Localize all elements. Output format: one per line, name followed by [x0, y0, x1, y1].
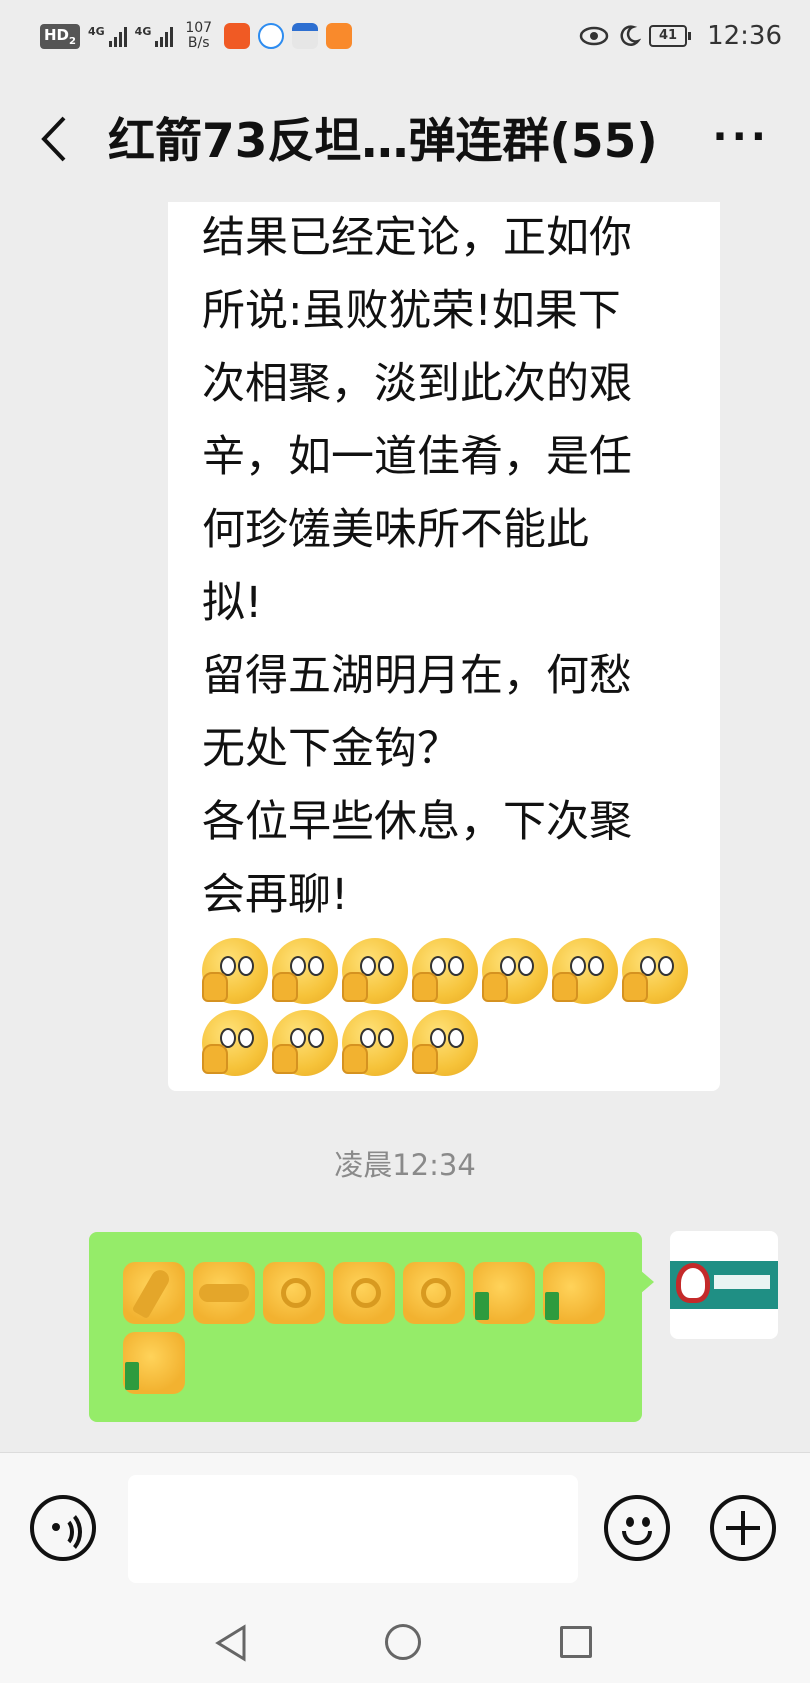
signal-icon-1: 4G — [88, 25, 127, 47]
avatar[interactable] — [670, 1231, 778, 1339]
thumbs-up-emoji — [123, 1332, 185, 1394]
cover-face-smile-emoji — [272, 1010, 338, 1076]
thumbs-up-emoji — [543, 1262, 605, 1324]
hd-icon: HD2 — [40, 23, 80, 49]
input-bar — [0, 1452, 810, 1605]
cover-face-smile-emoji — [342, 1010, 408, 1076]
cover-face-smile-emoji — [202, 1010, 268, 1076]
cover-face-smile-emoji — [412, 938, 478, 1004]
circle-home-icon[interactable] — [385, 1624, 421, 1660]
eye-icon — [579, 26, 609, 46]
chevron-left-icon[interactable] — [36, 114, 72, 164]
incoming-message-bubble[interactable]: 结果已经定论，正如你 所说:虽败犹荣!如果下 次相聚，淡到此次的艰 辛，如一道佳… — [168, 202, 720, 1091]
incoming-message-text: 结果已经定论，正如你 所说:虽败犹荣!如果下 次相聚，淡到此次的艰 辛，如一道佳… — [202, 213, 632, 920]
triangle-back-icon[interactable] — [214, 1624, 248, 1662]
cover-face-smile-emoji — [622, 938, 688, 1004]
message-input[interactable] — [128, 1475, 578, 1583]
moon-icon — [620, 25, 642, 46]
app-icon-play — [326, 23, 353, 49]
system-nav-bar — [0, 1604, 810, 1683]
cover-face-smile-emoji — [412, 1010, 478, 1076]
smiley-icon[interactable] — [604, 1495, 670, 1561]
message-timestamp: 凌晨12:34 — [334, 1148, 476, 1182]
chat-title: 红箭73反坦…弹连群(55) — [108, 114, 658, 169]
square-recent-icon[interactable] — [560, 1626, 592, 1658]
thumbs-up-emoji — [473, 1262, 535, 1324]
app-icon-mail — [292, 23, 319, 49]
cover-face-smile-emoji — [272, 938, 338, 1004]
ok-hand-emoji — [333, 1262, 395, 1324]
signal-icon-2: 4G — [135, 25, 174, 47]
app-icon-orange — [224, 23, 251, 49]
voice-icon[interactable] — [30, 1495, 96, 1561]
chat-header: 红箭73反坦…弹连群(55) ··· — [0, 72, 810, 202]
cover-face-smile-emoji — [342, 938, 408, 1004]
outgoing-emoji-row — [123, 1262, 623, 1394]
battery-icon: 41 — [649, 25, 692, 47]
emoji-row-2 — [202, 1010, 700, 1076]
handshake-emoji — [193, 1262, 255, 1324]
cover-face-smile-emoji — [202, 938, 268, 1004]
ok-hand-emoji — [263, 1262, 325, 1324]
cover-face-smile-emoji — [482, 938, 548, 1004]
status-bar: HD2 4G 4G 107 B/s 41 12:36 — [0, 0, 810, 72]
status-left: HD2 4G 4G 107 B/s — [40, 20, 353, 51]
clock: 12:36 — [707, 21, 782, 51]
cover-face-smile-emoji — [552, 938, 618, 1004]
chat-area[interactable]: 结果已经定论，正如你 所说:虽败犹荣!如果下 次相聚，淡到此次的艰 辛，如一道佳… — [0, 202, 810, 1452]
net-speed: 107 B/s — [185, 20, 213, 51]
pray-emoji — [123, 1262, 185, 1324]
emoji-row-1 — [202, 938, 700, 1004]
more-options-button[interactable]: ··· — [712, 117, 770, 157]
plus-icon[interactable] — [710, 1495, 776, 1561]
outgoing-message-bubble[interactable] — [89, 1232, 654, 1422]
status-right: 41 12:36 — [579, 21, 782, 51]
app-icon-blue — [258, 23, 285, 49]
ok-hand-emoji — [403, 1262, 465, 1324]
